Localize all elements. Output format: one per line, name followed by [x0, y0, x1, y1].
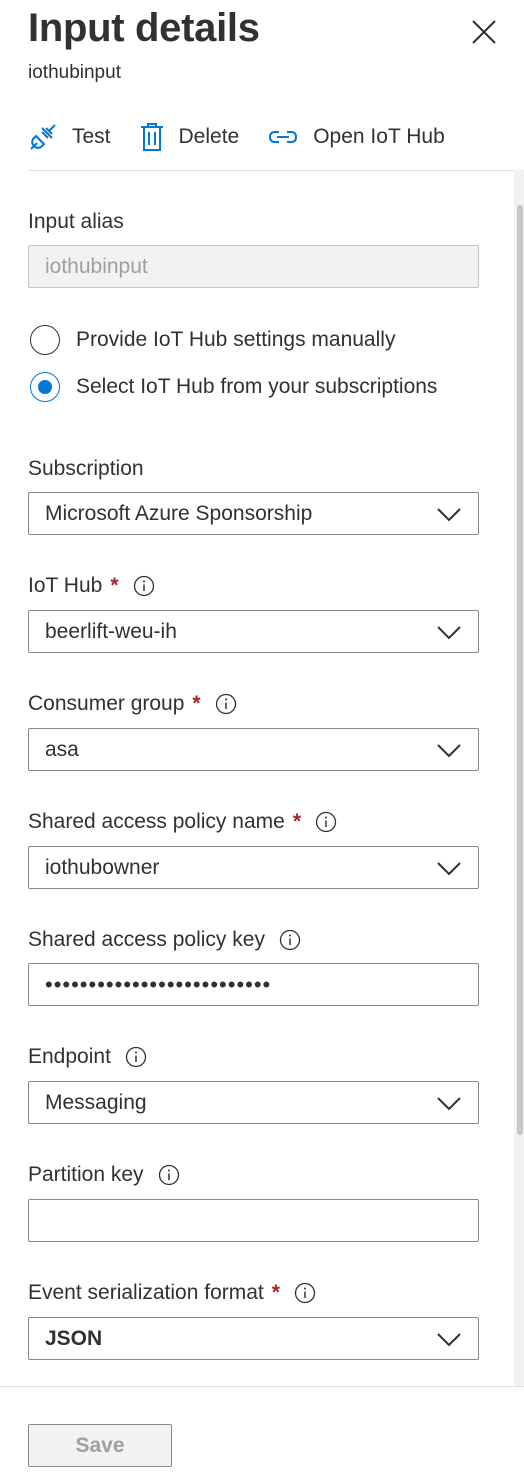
serialization-value: JSON: [45, 1326, 103, 1350]
policy-name-dropdown[interactable]: iothubowner: [28, 846, 479, 889]
subscription-label: Subscription: [28, 457, 144, 481]
info-icon[interactable]: [158, 1164, 180, 1186]
test-label: Test: [72, 125, 111, 148]
save-button[interactable]: Save: [28, 1424, 172, 1467]
iot-hub-label: IoT Hub *: [28, 574, 155, 598]
toolbar-divider: [28, 170, 524, 171]
radio-provide-manually-label: Provide IoT Hub settings manually: [76, 328, 396, 351]
close-button[interactable]: [466, 14, 502, 50]
policy-name-value: iothubowner: [45, 855, 160, 879]
policy-name-label: Shared access policy name *: [28, 810, 337, 834]
partition-key-label-text: Partition key: [28, 1163, 144, 1186]
chevron-down-icon: [437, 626, 461, 640]
serialization-label-text: Event serialization format: [28, 1281, 264, 1304]
required-asterisk: *: [271, 1281, 280, 1304]
radio-provide-manually[interactable]: Provide IoT Hub settings manually: [30, 325, 395, 355]
endpoint-value: Messaging: [45, 1090, 147, 1114]
radio-select-label: Select IoT Hub from your subscriptions: [76, 375, 438, 398]
required-asterisk: *: [192, 692, 201, 715]
endpoint-dropdown[interactable]: Messaging: [28, 1081, 479, 1124]
trash-icon: [140, 123, 163, 151]
input-alias-field: iothubinput: [28, 245, 479, 288]
endpoint-label: Endpoint: [28, 1045, 147, 1069]
input-alias-label-text: Input alias: [28, 210, 124, 233]
serialization-label: Event serialization format *: [28, 1281, 316, 1305]
info-icon[interactable]: [125, 1046, 147, 1068]
policy-key-value: ••••••••••••••••••••••••••: [45, 971, 272, 997]
chevron-down-icon: [437, 1097, 461, 1111]
policy-key-label: Shared access policy key: [28, 928, 301, 952]
endpoint-label-text: Endpoint: [28, 1045, 111, 1068]
chevron-down-icon: [437, 862, 461, 876]
iot-hub-dropdown[interactable]: beerlift-weu-ih: [28, 610, 479, 653]
policy-name-label-text: Shared access policy name: [28, 810, 285, 833]
scrollbar-thumb[interactable]: [517, 205, 523, 1135]
iot-hub-value: beerlift-weu-ih: [45, 619, 177, 643]
info-icon[interactable]: [133, 575, 155, 597]
page-subtitle: iothubinput: [28, 62, 121, 83]
subscription-dropdown[interactable]: Microsoft Azure Sponsorship: [28, 492, 479, 535]
input-alias-label: Input alias: [28, 210, 124, 234]
consumer-group-label: Consumer group *: [28, 692, 237, 716]
consumer-group-value: asa: [45, 737, 79, 761]
subscription-value: Microsoft Azure Sponsorship: [45, 501, 313, 525]
radio-button-unchecked[interactable]: [30, 325, 60, 355]
info-icon[interactable]: [279, 929, 301, 951]
test-button[interactable]: Test: [28, 122, 111, 152]
consumer-group-dropdown[interactable]: asa: [28, 728, 479, 771]
subscription-label-text: Subscription: [28, 457, 144, 480]
iot-hub-label-text: IoT Hub: [28, 574, 103, 597]
policy-key-input[interactable]: ••••••••••••••••••••••••••: [28, 963, 479, 1006]
delete-label: Delete: [178, 125, 240, 148]
close-icon: [472, 20, 496, 44]
chevron-down-icon: [437, 508, 461, 522]
required-asterisk: *: [110, 574, 119, 597]
partition-key-input[interactable]: [28, 1199, 479, 1242]
toolbar: Test Delete Open IoT Hub: [28, 112, 445, 162]
chevron-down-icon: [437, 1333, 461, 1347]
open-iot-hub-button[interactable]: Open IoT Hub: [267, 125, 445, 149]
partition-key-label: Partition key: [28, 1163, 180, 1187]
serialization-dropdown[interactable]: JSON: [28, 1317, 479, 1360]
radio-select-from-subscriptions[interactable]: Select IoT Hub from your subscriptions: [30, 372, 437, 402]
info-icon[interactable]: [294, 1282, 316, 1304]
policy-key-label-text: Shared access policy key: [28, 928, 265, 951]
page-title: Input details: [28, 6, 260, 50]
required-asterisk: *: [292, 810, 301, 833]
chevron-down-icon: [437, 744, 461, 758]
link-icon: [269, 131, 298, 143]
radio-button-checked[interactable]: [30, 372, 60, 402]
plug-icon: [30, 124, 56, 150]
info-icon[interactable]: [315, 811, 337, 833]
delete-button[interactable]: Delete: [139, 122, 240, 152]
input-alias-value: iothubinput: [45, 254, 148, 278]
open-iot-hub-label: Open IoT Hub: [313, 125, 445, 148]
footer-divider: [0, 1386, 524, 1387]
consumer-group-label-text: Consumer group: [28, 692, 185, 715]
info-icon[interactable]: [215, 693, 237, 715]
